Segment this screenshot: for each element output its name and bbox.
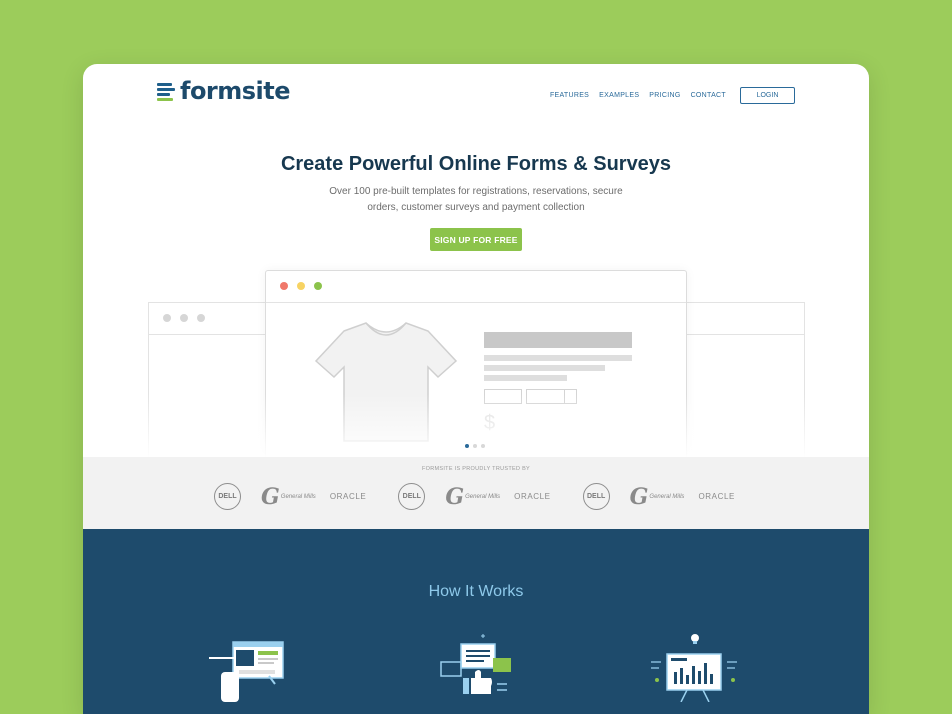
window-dot-icon: [197, 314, 205, 322]
how-it-works-title: How It Works: [428, 583, 524, 600]
logo-text: formsite: [180, 77, 291, 105]
top-nav: FEATURES EXAMPLES PRICING CONTACT LOGIN: [540, 87, 795, 104]
dell-logo: DELL: [214, 483, 241, 510]
window-dot-icon: [180, 314, 188, 322]
sign-up-button[interactable]: SIGN UP FOR FREE: [430, 228, 522, 251]
login-button[interactable]: LOGIN: [740, 87, 795, 104]
build-form-icon: [209, 641, 284, 702]
front-browser-titlebar: [266, 271, 686, 303]
logo-mark-icon: [157, 81, 175, 101]
hero-title: Create Powerful Online Forms & Surveys: [280, 153, 672, 175]
nav-examples[interactable]: EXAMPLES: [599, 92, 639, 99]
window-dot-yellow-icon: [297, 282, 305, 290]
oracle-logo: ORACLE: [698, 492, 735, 501]
window-dot-icon: [163, 314, 171, 322]
trusted-by-label: FORMSITE IS PROUDLY TRUSTED BY: [421, 466, 531, 472]
nav-pricing[interactable]: PRICING: [649, 92, 680, 99]
dell-logo: DELL: [582, 483, 610, 510]
analyze-results-icon: [651, 634, 737, 702]
window-dot-green-icon: [314, 282, 322, 290]
trusted-by-band: FORMSITE IS PROUDLY TRUSTED BY DELL G Ge…: [83, 457, 869, 529]
general-mills-logo: G General Mills: [445, 483, 501, 510]
text-line-placeholder: [484, 365, 605, 371]
landing-page-card: formsite FEATURES EXAMPLES PRICING CONTA…: [83, 64, 869, 714]
dell-logo: DELL: [398, 483, 426, 510]
text-line-placeholder: [484, 375, 567, 381]
window-dot-red-icon: [280, 282, 288, 290]
carousel-dot[interactable]: [481, 444, 485, 448]
oracle-logo: ORACLE: [514, 492, 551, 501]
nav-features[interactable]: FEATURES: [550, 92, 589, 99]
nav-contact[interactable]: CONTACT: [691, 92, 726, 99]
general-mills-logo: G General Mills: [629, 483, 685, 510]
client-logos: DELL G General Mills ORACLE DELL G Gener…: [214, 483, 735, 510]
carousel-dot[interactable]: [465, 444, 469, 448]
share-feedback-icon: [440, 634, 511, 694]
how-it-works-section: How It Works: [83, 529, 869, 714]
hero-subtitle-line-2: orders, customer surveys and payment col…: [367, 202, 585, 213]
carousel-dot[interactable]: [473, 444, 477, 448]
general-mills-logo: G General Mills: [261, 483, 316, 510]
text-line-placeholder: [484, 355, 632, 361]
hero-subtitle: Over 100 pre-built templates for registr…: [83, 184, 869, 216]
carousel-pager: [465, 444, 489, 448]
formsite-logo[interactable]: formsite: [157, 77, 291, 105]
oracle-logo: ORACLE: [329, 492, 367, 501]
hero-subtitle-line-1: Over 100 pre-built templates for registr…: [329, 186, 623, 197]
product-title-placeholder: [484, 332, 632, 348]
